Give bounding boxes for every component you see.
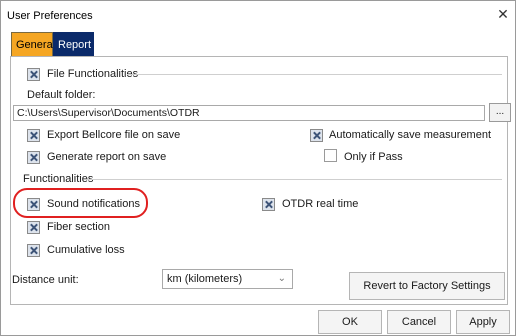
distance-unit-select[interactable]: km (kilometers) ⌄	[162, 269, 293, 289]
sound-notifications-label: Sound notifications	[47, 198, 140, 210]
cancel-button[interactable]: Cancel	[387, 310, 451, 334]
file-functionalities-label: File Functionalities	[47, 68, 139, 80]
only-if-pass-checkbox[interactable]	[324, 149, 337, 162]
close-icon[interactable]: ✕	[495, 6, 511, 22]
distance-unit-label: Distance unit:	[12, 274, 79, 286]
cumulative-loss-label: Cumulative loss	[47, 244, 125, 256]
export-bellcore-checkbox[interactable]	[27, 129, 40, 142]
fiber-section-label: Fiber section	[47, 221, 110, 233]
ok-button[interactable]: OK	[318, 310, 382, 334]
functionalities-label: Functionalities	[23, 173, 94, 185]
fiber-section-checkbox[interactable]	[27, 221, 40, 234]
tab-report[interactable]: Report	[53, 32, 94, 56]
generate-report-checkbox[interactable]	[27, 151, 40, 164]
distance-unit-value: km (kilometers)	[167, 273, 243, 285]
title-bar: User Preferences ✕	[1, 1, 515, 31]
otdr-real-time-checkbox[interactable]	[262, 198, 275, 211]
user-preferences-dialog: User Preferences ✕ General Report File F…	[0, 0, 516, 336]
otdr-real-time-label: OTDR real time	[282, 198, 359, 210]
chevron-down-icon: ⌄	[277, 273, 286, 284]
default-folder-field[interactable]: C:\Users\Supervisor\Documents\OTDR	[13, 105, 485, 121]
cumulative-loss-checkbox[interactable]	[27, 244, 40, 257]
auto-save-label: Automatically save measurement	[329, 129, 492, 141]
tab-general[interactable]: General	[11, 32, 55, 56]
auto-save-checkbox[interactable]	[310, 129, 323, 142]
browse-button[interactable]: ...	[489, 103, 511, 122]
generate-report-label: Generate report on save	[47, 151, 167, 163]
apply-button[interactable]: Apply	[456, 310, 510, 334]
export-bellcore-label: Export Bellcore file on save	[47, 129, 181, 141]
file-functionalities-checkbox[interactable]	[27, 68, 40, 81]
default-folder-label: Default folder:	[27, 89, 96, 101]
revert-factory-button[interactable]: Revert to Factory Settings	[349, 272, 505, 300]
group-divider	[87, 179, 502, 180]
group-divider	[127, 74, 502, 75]
sound-notifications-checkbox[interactable]	[27, 198, 40, 211]
only-if-pass-label: Only if Pass	[344, 151, 403, 163]
window-title: User Preferences	[7, 10, 93, 22]
